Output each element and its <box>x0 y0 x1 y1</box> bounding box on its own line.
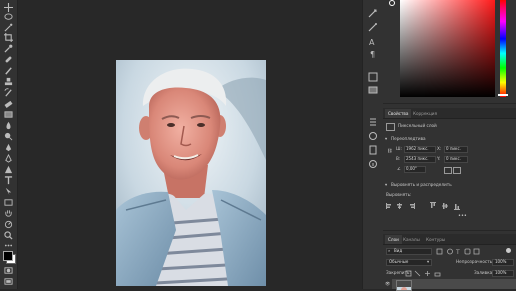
dodge-tool-icon[interactable] <box>3 132 14 141</box>
rotate-view-tool-icon[interactable] <box>3 220 14 229</box>
character-panel-icon[interactable]: A <box>368 32 378 47</box>
portrait-photo <box>116 60 266 286</box>
y-label: Y: <box>437 156 441 161</box>
align-chevron-icon[interactable]: ▾ <box>385 182 387 188</box>
transform-chevron-icon[interactable]: ▾ <box>385 136 387 142</box>
y-value: 0 пикс. <box>446 156 461 161</box>
move-tool-icon[interactable] <box>3 3 14 12</box>
clone-stamp-tool-icon[interactable] <box>3 77 14 86</box>
angle-icon: ∠ <box>397 166 401 171</box>
zoom-tool-icon[interactable] <box>3 231 14 240</box>
eraser-tool-icon[interactable] <box>3 99 14 108</box>
color-picker-field[interactable] <box>400 0 495 97</box>
layer-filter-select[interactable] <box>386 248 432 255</box>
height-value: 2543 пикс. <box>406 156 429 161</box>
fill-value: 100% <box>495 270 507 275</box>
panel-divider <box>383 103 516 104</box>
opacity-label: Непрозрачность: <box>456 259 494 264</box>
opacity-value: 100% <box>495 259 507 264</box>
eyedropper-tool-icon[interactable] <box>3 44 14 53</box>
layer-type-label: Пиксельный слой <box>398 123 437 128</box>
path-selection-tool-icon[interactable] <box>3 187 14 196</box>
properties-tabbar: Свойства Коррекция <box>383 108 516 119</box>
hue-slider-handle[interactable] <box>498 94 508 96</box>
layer-thumbnail <box>396 280 412 291</box>
chevron-down-icon: ▾ <box>427 259 430 264</box>
lock-icons[interactable] <box>405 270 445 277</box>
align-center-h-icon <box>399 203 400 209</box>
shape-tool-icon[interactable] <box>3 165 14 174</box>
healing-brush-tool-icon[interactable] <box>3 55 14 64</box>
foreground-color-swatch[interactable] <box>3 251 13 261</box>
tab-properties[interactable]: Свойства <box>385 109 412 118</box>
pen-tool-icon[interactable] <box>3 143 14 152</box>
blur-tool-icon[interactable] <box>3 121 14 130</box>
libraries-panel-icon[interactable] <box>368 140 378 155</box>
align-middle-icon <box>442 205 448 207</box>
x-value: 0 пикс. <box>446 146 461 151</box>
svg-text:T: T <box>455 249 460 255</box>
align-top-icon <box>430 202 436 203</box>
blend-mode-value: Обычные <box>389 259 409 264</box>
search-icon: ⌕ <box>388 248 391 253</box>
flip-vertical-icon[interactable] <box>453 167 461 174</box>
quick-mask-icon[interactable] <box>3 266 14 275</box>
collapsed-panels-strip: A ¶ <box>362 0 384 289</box>
align-bottom-icon <box>454 209 460 210</box>
filter-toggle-icon[interactable] <box>506 248 511 253</box>
tools-panel <box>0 0 18 289</box>
color-picker-cursor[interactable] <box>389 0 395 6</box>
pen-tool-alt-icon[interactable] <box>3 154 14 163</box>
x-label: X: <box>437 146 442 151</box>
align-left-icon <box>386 203 387 209</box>
link-dimensions-icon[interactable]: ⛓ <box>387 148 392 154</box>
paragraph-panel-icon[interactable]: ¶ <box>368 44 378 59</box>
magic-wand-tool-icon[interactable] <box>3 23 14 32</box>
type-tool-icon[interactable] <box>3 176 14 185</box>
info-panel-icon[interactable] <box>368 154 378 168</box>
rectangle-tool-icon[interactable] <box>3 198 14 207</box>
align-right-icon <box>414 203 415 209</box>
panel-divider <box>383 230 516 231</box>
width-label: Ш: <box>396 146 402 151</box>
tab-adjustments[interactable]: Коррекция <box>410 109 440 118</box>
angle-value: 0,00° <box>406 166 417 171</box>
width-value: 1962 пикс. <box>406 146 429 151</box>
align-buttons-row <box>386 202 460 210</box>
hand-tool-icon[interactable] <box>3 209 14 218</box>
hue-slider[interactable] <box>500 0 506 97</box>
gradient-tool-icon[interactable] <box>3 110 14 119</box>
layer-filter-value: Вид <box>394 248 403 253</box>
pixel-layer-icon <box>386 123 395 131</box>
history-panel-icon[interactable] <box>368 4 378 18</box>
history-brush-tool-icon[interactable] <box>3 88 14 97</box>
svg-text:¶: ¶ <box>370 50 375 59</box>
more-options-icon[interactable]: ••• <box>458 213 467 219</box>
brush-tool-icon[interactable] <box>3 66 14 75</box>
tab-paths[interactable]: Контуры <box>423 235 448 244</box>
gradient-panel-icon[interactable] <box>368 80 378 94</box>
height-label: В: <box>396 156 401 161</box>
properties-panel-icon[interactable] <box>368 112 378 126</box>
swatches-panel-icon[interactable] <box>368 67 378 82</box>
tab-channels[interactable]: Каналы <box>400 235 423 244</box>
align-label: Выровнять: <box>386 192 412 197</box>
lasso-tool-icon[interactable] <box>3 13 14 22</box>
layers-tabbar: Слои Каналы Контуры <box>383 234 516 245</box>
layer-filter-icons: T <box>436 248 480 255</box>
document-canvas[interactable] <box>116 60 266 286</box>
actions-panel-icon[interactable] <box>368 17 378 32</box>
transform-section-title: Переопледтива <box>391 136 426 141</box>
align-section-title: Выровнять и распределить <box>391 182 452 187</box>
flip-horizontal-icon[interactable] <box>444 167 452 174</box>
more-tools-icon[interactable] <box>3 241 14 250</box>
fill-label: Заливка: <box>474 270 494 275</box>
screen-mode-icon[interactable] <box>3 277 14 286</box>
adjustments-panel-icon[interactable] <box>368 126 378 140</box>
eye-icon[interactable]: 👁 <box>385 281 390 287</box>
crop-tool-icon[interactable] <box>3 33 14 42</box>
